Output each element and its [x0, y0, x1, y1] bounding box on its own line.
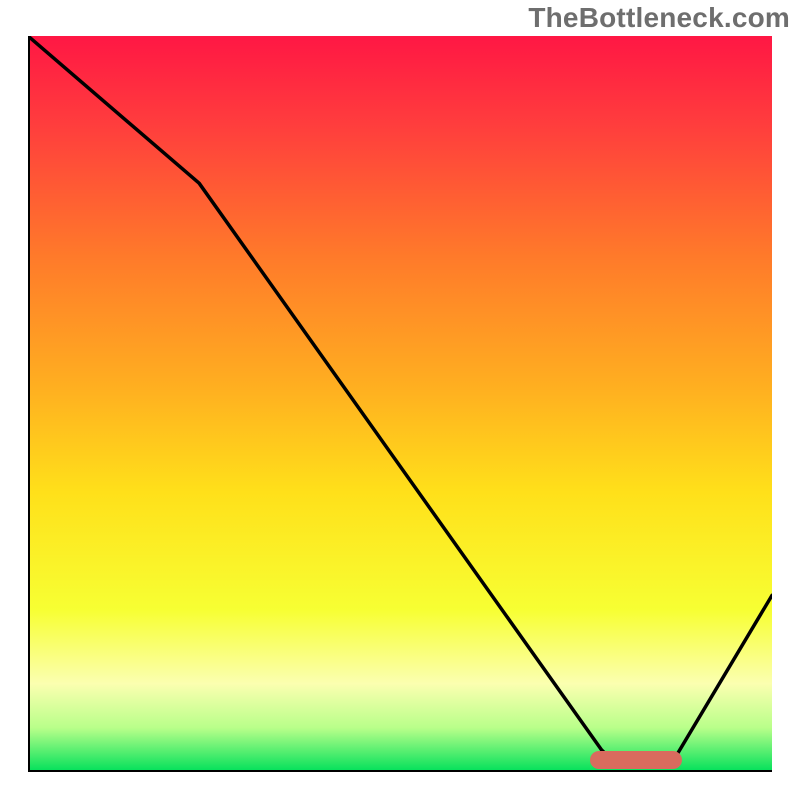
chart-container: TheBottleneck.com [0, 0, 800, 800]
chart-svg [28, 36, 772, 772]
heatmap-gradient [28, 36, 772, 772]
watermark-text: TheBottleneck.com [528, 2, 790, 34]
optimal-range-marker [590, 751, 682, 769]
bottleneck-chart [28, 36, 772, 772]
